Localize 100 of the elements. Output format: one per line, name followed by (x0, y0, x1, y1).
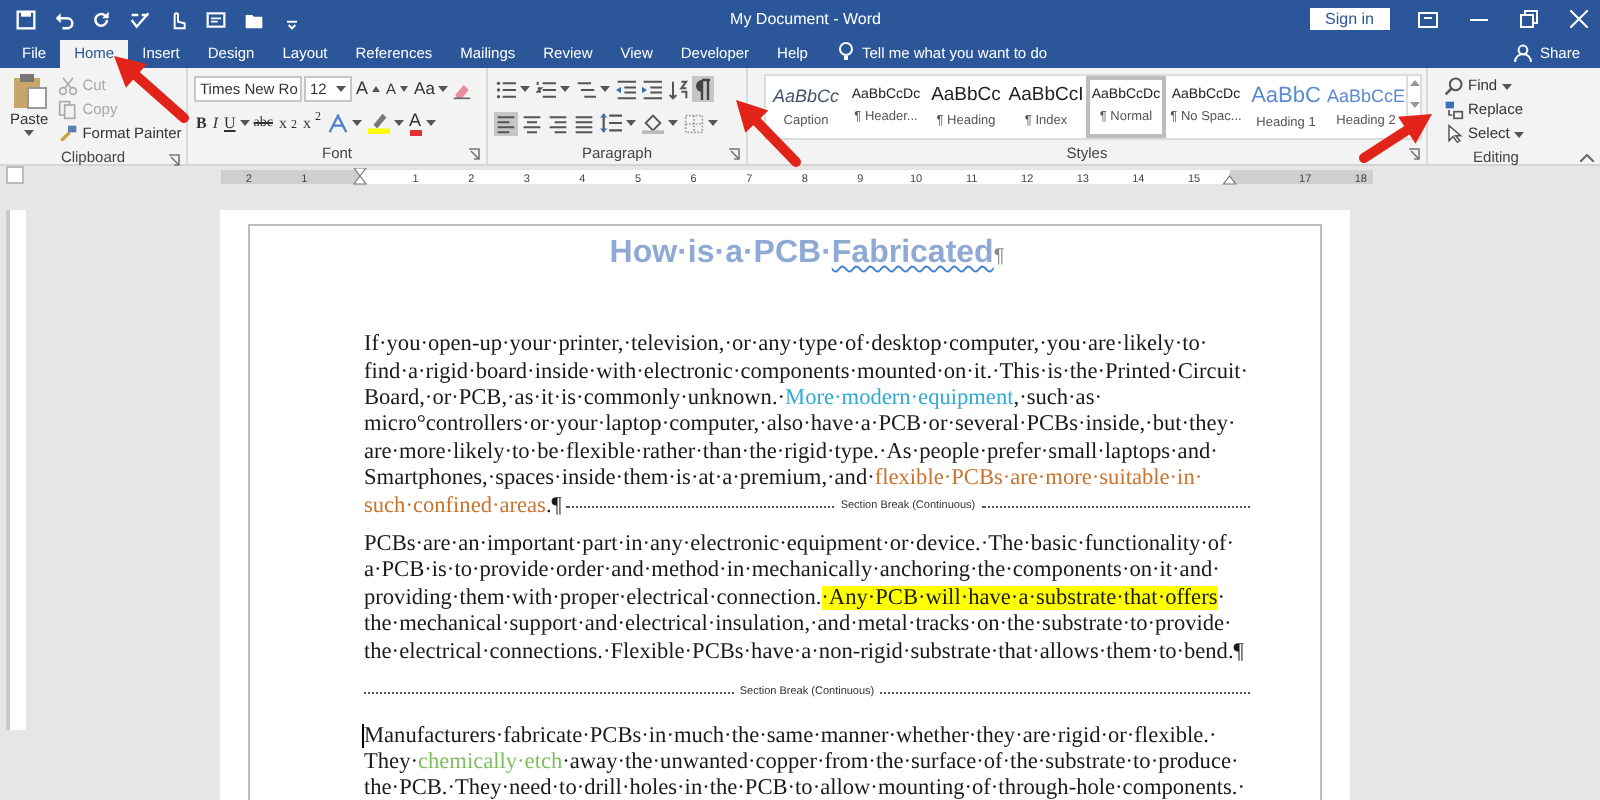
ribbon-display-icon[interactable] (1418, 11, 1438, 27)
shading-button[interactable] (640, 110, 680, 136)
scroll-down-icon[interactable] (1409, 102, 1419, 108)
restore-icon[interactable] (1520, 10, 1538, 28)
align-right-icon (548, 113, 568, 133)
redo-icon[interactable] (92, 9, 112, 29)
caret-icon (425, 120, 436, 126)
sign-in-button[interactable]: Sign in (1309, 7, 1390, 31)
text-line: Manufacturers·fabricate·PCBs·in·much·the·same·manner·whether·they·are·rigid·or·flexible.· (364, 723, 1217, 751)
align-left-button[interactable] (494, 111, 518, 135)
line-spacing-button[interactable] (598, 110, 638, 136)
dialog-launcher-icon[interactable] (728, 148, 740, 160)
paintbrush-icon (58, 124, 79, 144)
show-marks-button[interactable] (692, 76, 714, 102)
change-case-button[interactable]: Aa (412, 78, 451, 100)
pilcrow-icon (694, 78, 712, 100)
line-spacing-icon (600, 112, 622, 134)
clear-formatting-icon[interactable] (452, 79, 473, 99)
align-left-icon (496, 113, 516, 133)
text-line: They·chemically·etch·away·the·unwanted·copper·from·the·surface·of·the·substrate·to·produce· (364, 750, 1239, 777)
increase-indent-icon[interactable] (642, 79, 662, 99)
person-icon (1513, 44, 1532, 62)
caret-icon (1513, 131, 1524, 137)
spelling-check-icon[interactable] (130, 9, 150, 29)
indent-marker[interactable] (1222, 174, 1237, 184)
caret-icon (520, 86, 530, 92)
arrow-annotation (114, 56, 189, 123)
align-center-icon (522, 113, 542, 133)
caret-icon (393, 120, 404, 126)
italic-button[interactable]: I (210, 113, 221, 133)
caret-icon (336, 86, 346, 92)
text-line: providing·them·with·proper·electrical·connection.·Any·PCB·will·have·a·substrate·that·offers· (364, 585, 1225, 613)
borders-button[interactable] (682, 111, 720, 135)
text-line: are·more·likely·to·be·flexible·rather·than·the·rigid·type.·As·people·prefer·small·laptops·and· (364, 439, 1218, 467)
sort-icon[interactable] (668, 79, 688, 99)
grow-font-button[interactable]: A (354, 78, 383, 100)
decrease-indent-icon[interactable] (616, 79, 636, 99)
bullets-icon[interactable] (496, 79, 516, 99)
undo-icon[interactable] (54, 9, 74, 29)
caret-icon (600, 86, 610, 92)
print-preview-icon[interactable] (206, 9, 226, 29)
indent-marker[interactable] (352, 167, 368, 184)
caret-icon (560, 86, 570, 92)
dialog-launcher-icon[interactable] (168, 154, 180, 166)
borders-icon (684, 113, 704, 133)
text-line: Smartphones,·spaces·inside·them·is·at·a·premium,·and·flexible·PCBs·are·more·suitable·in· (364, 466, 1203, 494)
text-line: Board,·or·PCB,·as·it·is·commonly·unknown.·More·modern·equipment,·such·as· (364, 386, 1102, 413)
save-icon[interactable] (16, 9, 36, 29)
align-right-button[interactable] (546, 111, 570, 135)
style-preview: AaBbCcE (1326, 85, 1406, 107)
text-line: a·PCB·is·to·provide·order·and·method·in·mechanically·anchoring·the·components·on·it·and· (364, 558, 1220, 586)
font-color-button[interactable]: A (407, 109, 438, 137)
align-center-button[interactable] (520, 111, 544, 135)
highlight-button[interactable] (365, 110, 406, 136)
caret-icon (438, 86, 449, 92)
caret-icon (351, 120, 362, 126)
text-line: the·PCB.·They·need·to·drill·holes·in·the·PCB·to·allow·mounting·of·through-hole·components.· (364, 776, 1245, 800)
style-preview: AaBbCc (931, 84, 1001, 108)
search-icon (1444, 76, 1464, 96)
scroll-up-icon[interactable] (1409, 80, 1419, 86)
caret-icon (708, 120, 718, 126)
dialog-launcher-icon[interactable] (1408, 148, 1420, 160)
text-line: such·confined·areas.¶ (364, 493, 562, 521)
text-line: micro°controllers·or·your·laptop·computer,·also·have·a·PCB·or·several·PCBs·inside,·but·they· (364, 412, 1236, 440)
document-title: How·is·a·PCB·Fabricated¶ (609, 236, 1005, 270)
align-justify-button[interactable] (572, 111, 596, 135)
style-preview: AaBbCcI (1008, 84, 1084, 108)
caret-icon (239, 120, 250, 126)
text-line: the·electrical·connections.·Flexible·PCBs·have·a·non-rigid·substrate·that·allows·them·to·bend.¶ (364, 639, 1244, 667)
dialog-launcher-icon[interactable] (468, 148, 480, 160)
caret-icon (1501, 83, 1512, 89)
text-effects-button[interactable] (325, 111, 364, 135)
text-line: the·mechanical·support·and·electrical·insulation,·and·metal·tracks·on·the·substrate·to·provide· (364, 612, 1232, 640)
close-icon[interactable] (1570, 10, 1588, 28)
text-line: PCBs·are·an·important·part·in·any·electronic·equipment·or·device.·The·basic·functionality·of· (364, 532, 1235, 559)
style-preview: AaBbC (1251, 83, 1321, 110)
highlighter-icon (367, 112, 390, 134)
numbering-icon[interactable] (536, 79, 556, 99)
scissors-icon (58, 76, 79, 96)
align-justify-icon (574, 113, 594, 133)
lightbulb-icon (837, 42, 854, 62)
bold-button[interactable]: B (194, 113, 209, 133)
collapse-ribbon-icon[interactable] (1580, 154, 1594, 162)
cursor-icon (1444, 124, 1464, 144)
copy-icon (58, 100, 79, 120)
caret-icon (668, 120, 678, 126)
caret-icon (626, 120, 636, 126)
ruler-margin (220, 169, 360, 184)
ruler-margin (1229, 169, 1373, 184)
sup-button[interactable]: x$^{2}$ (301, 113, 324, 133)
down-caret-icon (400, 86, 409, 92)
outlined-letter-icon (327, 113, 348, 133)
folder-icon[interactable] (244, 9, 264, 29)
style-preview: AaBbCc (772, 85, 840, 107)
sub-button[interactable]: x$_{2}$ (277, 113, 300, 133)
text-line: find·a·rigid·board·inside·with·electronic·components·mounted·on·it.·This·is·the·Printed·Circuit· (364, 359, 1249, 386)
text-line: If·you·open-up·your·printer,·television,·or·any·type·of·desktop·computer,·you·are·likely·to· (364, 332, 1208, 360)
multilevel-list-icon[interactable] (576, 79, 596, 99)
underline-button[interactable]: U (222, 113, 238, 133)
up-caret-icon (372, 86, 381, 92)
